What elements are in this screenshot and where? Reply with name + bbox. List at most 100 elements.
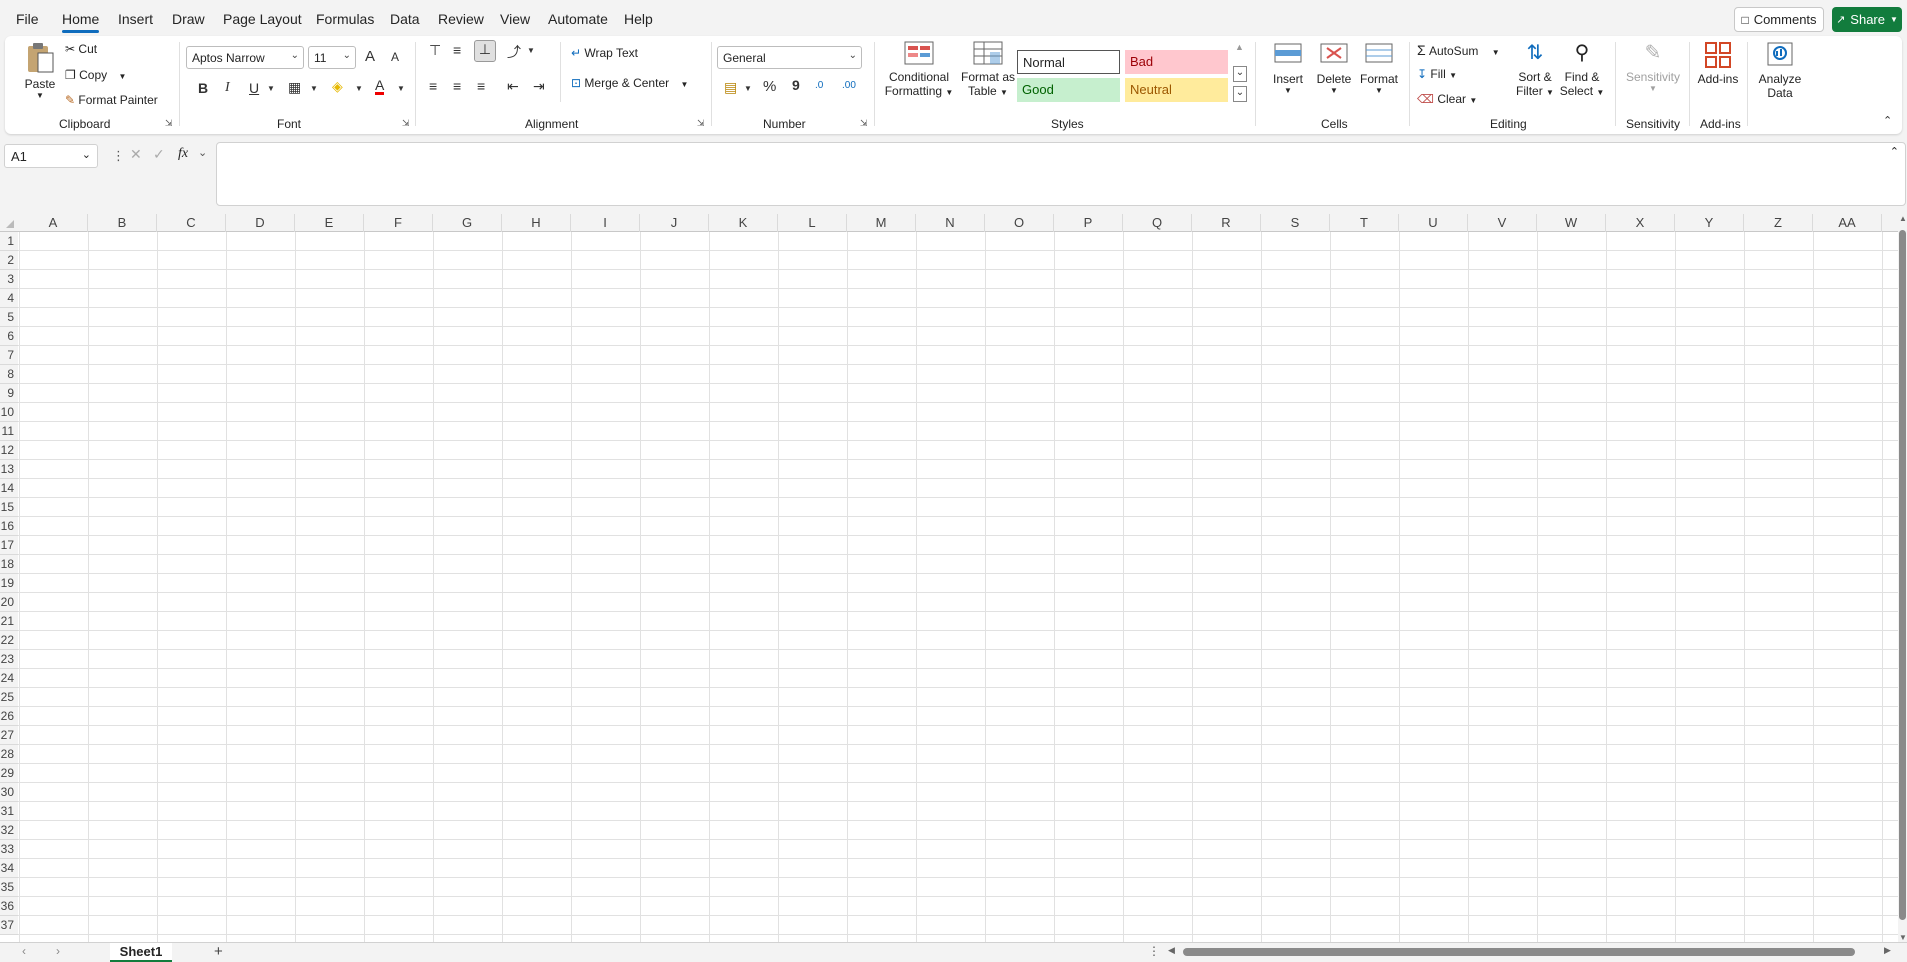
- analyze-data-button[interactable]: Analyze Data: [1753, 40, 1807, 100]
- scroll-left-icon[interactable]: ◀: [1168, 945, 1175, 956]
- row-header[interactable]: 31: [0, 802, 18, 821]
- horizontal-scroll-thumb[interactable]: [1183, 948, 1855, 956]
- sort-filter-button[interactable]: ⇅ Sort & Filter ▼: [1513, 40, 1557, 98]
- style-bad[interactable]: Bad: [1125, 50, 1228, 74]
- column-header[interactable]: M: [847, 214, 916, 232]
- font-color-button[interactable]: A: [375, 78, 385, 95]
- more-styles-icon[interactable]: ⌄: [1233, 86, 1247, 102]
- column-header[interactable]: P: [1054, 214, 1123, 232]
- enter-icon[interactable]: ✓: [153, 146, 165, 163]
- align-left-icon[interactable]: ≡: [429, 78, 437, 94]
- row-header[interactable]: 27: [0, 726, 18, 745]
- style-neutral[interactable]: Neutral: [1125, 78, 1228, 102]
- row-header[interactable]: 12: [0, 441, 18, 460]
- column-header[interactable]: T: [1330, 214, 1399, 232]
- currency-icon[interactable]: ▤: [724, 79, 737, 96]
- row-header[interactable]: 2: [0, 251, 18, 270]
- align-center-icon[interactable]: ≡: [453, 78, 461, 94]
- format-cells-button[interactable]: Format ▼: [1357, 40, 1401, 95]
- autosum-button[interactable]: Σ AutoSum ▼: [1417, 42, 1500, 58]
- column-header[interactable]: D: [226, 214, 295, 232]
- row-header[interactable]: 16: [0, 517, 18, 536]
- tab-file[interactable]: File: [16, 11, 39, 27]
- row-header[interactable]: 3: [0, 270, 18, 289]
- align-bottom-icon[interactable]: ⊥: [474, 40, 496, 62]
- column-header[interactable]: E: [295, 214, 364, 232]
- find-select-button[interactable]: ⚲ Find & Select ▼: [1558, 40, 1606, 98]
- tab-data[interactable]: Data: [390, 11, 420, 27]
- increase-decimal-button[interactable]: .0: [815, 80, 823, 91]
- cut-button[interactable]: ✂ Cut: [65, 42, 97, 56]
- tab-formulas[interactable]: Formulas: [316, 11, 374, 27]
- dialog-launcher-icon[interactable]: ⇲: [860, 118, 868, 129]
- align-top-icon[interactable]: ⊤: [429, 42, 441, 59]
- underline-button[interactable]: U: [249, 80, 259, 96]
- add-ins-button[interactable]: Add-ins: [1693, 40, 1743, 86]
- tab-home[interactable]: Home: [62, 11, 100, 33]
- dialog-launcher-icon[interactable]: ⇲: [697, 118, 705, 129]
- column-header[interactable]: R: [1192, 214, 1261, 232]
- copy-button[interactable]: ❐ Copy ▼: [65, 68, 126, 82]
- font-family-select[interactable]: Aptos Narrow ⌄: [186, 46, 304, 69]
- comma-button[interactable]: 9: [792, 77, 800, 93]
- row-header[interactable]: 29: [0, 764, 18, 783]
- percent-button[interactable]: %: [763, 78, 776, 95]
- row-header[interactable]: 34: [0, 859, 18, 878]
- align-right-icon[interactable]: ≡: [477, 78, 485, 94]
- row-header[interactable]: 13: [0, 460, 18, 479]
- formula-input[interactable]: ⌃: [216, 142, 1906, 206]
- column-header[interactable]: B: [88, 214, 157, 232]
- column-header[interactable]: F: [364, 214, 433, 232]
- share-button[interactable]: ↗ Share ▼: [1832, 7, 1902, 32]
- decrease-decimal-button[interactable]: .00: [842, 80, 856, 91]
- column-header[interactable]: Q: [1123, 214, 1192, 232]
- row-header[interactable]: 28: [0, 745, 18, 764]
- column-header[interactable]: W: [1537, 214, 1606, 232]
- row-header[interactable]: 1: [0, 232, 18, 251]
- row-header[interactable]: 7: [0, 346, 18, 365]
- column-header[interactable]: I: [571, 214, 640, 232]
- delete-cells-button[interactable]: Delete ▼: [1312, 40, 1356, 95]
- decrease-indent-icon[interactable]: ⇤: [507, 78, 519, 95]
- row-header[interactable]: 37: [0, 916, 18, 935]
- chevron-down-icon[interactable]: ▼: [744, 84, 752, 93]
- tab-automate[interactable]: Automate: [548, 11, 608, 27]
- more-options-icon[interactable]: ⋮: [112, 148, 125, 164]
- merge-center-button[interactable]: ⊡ Merge & Center ▼: [571, 76, 688, 90]
- fill-button[interactable]: ↧ Fill ▼: [1417, 67, 1457, 81]
- scroll-right-icon[interactable]: ▶: [1884, 945, 1891, 956]
- collapse-formula-icon[interactable]: ⌃: [1890, 145, 1899, 158]
- column-header[interactable]: S: [1261, 214, 1330, 232]
- row-header[interactable]: 22: [0, 631, 18, 650]
- more-options-icon[interactable]: ⋮: [1148, 944, 1160, 958]
- chevron-down-icon[interactable]: ▼: [355, 84, 363, 93]
- column-header[interactable]: X: [1606, 214, 1675, 232]
- tab-insert[interactable]: Insert: [118, 11, 153, 27]
- row-header[interactable]: 11: [0, 422, 18, 441]
- column-header[interactable]: G: [433, 214, 502, 232]
- grow-font-button[interactable]: A: [365, 48, 375, 65]
- clear-button[interactable]: ⌫ Clear ▼: [1417, 92, 1477, 106]
- prev-sheet-icon[interactable]: ‹: [22, 944, 26, 958]
- row-header[interactable]: 18: [0, 555, 18, 574]
- row-header[interactable]: 15: [0, 498, 18, 517]
- row-header[interactable]: 8: [0, 365, 18, 384]
- column-header[interactable]: Z: [1744, 214, 1813, 232]
- tab-review[interactable]: Review: [438, 11, 484, 27]
- chevron-down-icon[interactable]: ▼: [267, 84, 275, 93]
- vertical-scroll-thumb[interactable]: [1899, 230, 1906, 920]
- select-all-corner[interactable]: [6, 220, 14, 228]
- row-header[interactable]: 9: [0, 384, 18, 403]
- font-size-select[interactable]: 11 ⌄: [308, 46, 356, 69]
- vertical-scrollbar[interactable]: ▲ ▼: [1898, 214, 1907, 942]
- column-header[interactable]: N: [916, 214, 985, 232]
- row-header[interactable]: 25: [0, 688, 18, 707]
- insert-function-icon[interactable]: fx: [178, 146, 188, 162]
- comments-button[interactable]: □ Comments: [1734, 7, 1824, 32]
- sensitivity-button[interactable]: ✎ Sensitivity ▼: [1622, 40, 1684, 93]
- column-header[interactable]: L: [778, 214, 847, 232]
- scroll-down-icon[interactable]: ▼: [1899, 933, 1907, 942]
- format-as-table-button[interactable]: Format as Table ▼: [960, 40, 1016, 98]
- column-header[interactable]: Y: [1675, 214, 1744, 232]
- column-header[interactable]: A: [19, 214, 88, 232]
